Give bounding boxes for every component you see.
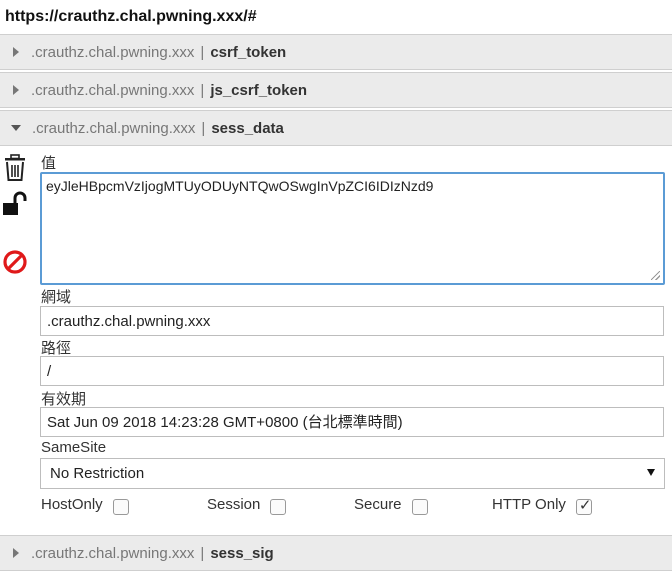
cookie-separator: | <box>200 544 205 562</box>
value-label: 值 <box>41 155 57 172</box>
cookie-row-sess-data[interactable]: .crauthz.chal.pwning.xxx | sess_data <box>0 110 672 146</box>
value-text: eyJleHBpcmVzIjogMTUyODUyNTQwOSwgInVpZCI6… <box>46 178 434 194</box>
secure-flag: Secure <box>354 496 428 515</box>
session-label: Session <box>207 496 261 513</box>
httponly-label: HTTP Only <box>492 496 566 513</box>
cookie-name: sess_data <box>211 119 284 137</box>
expiry-field[interactable]: Sat Jun 09 2018 14:23:28 GMT+0800 (台北標準時… <box>40 407 664 437</box>
samesite-label: SameSite <box>41 439 107 456</box>
secure-label: Secure <box>354 496 402 513</box>
resize-handle[interactable] <box>651 271 660 280</box>
cookie-domain: .crauthz.chal.pwning.xxx <box>32 119 196 137</box>
session-checkbox[interactable] <box>270 498 287 515</box>
cookie-separator: | <box>200 81 205 99</box>
path-label: 路徑 <box>41 340 72 357</box>
httponly-flag: HTTP Only ✓ <box>492 496 592 515</box>
cookie-name: js_csrf_token <box>210 81 308 99</box>
domain-label: 網域 <box>41 289 72 306</box>
cookie-name: sess_sig <box>210 544 274 562</box>
checkmark-icon: ✓ <box>578 496 592 514</box>
samesite-select[interactable]: No Restriction <box>40 458 665 489</box>
dropdown-arrow-icon <box>647 469 655 476</box>
hostonly-label: HostOnly <box>41 496 103 513</box>
chevron-down-icon <box>11 125 21 131</box>
cookie-row-sess-sig[interactable]: .crauthz.chal.pwning.xxx | sess_sig <box>0 535 672 571</box>
expiry-label: 有效期 <box>41 391 87 408</box>
unlock-icon[interactable] <box>2 190 30 218</box>
httponly-checkbox[interactable]: ✓ <box>575 496 592 515</box>
samesite-value: No Restriction <box>50 465 145 482</box>
path-field[interactable]: / <box>40 356 664 386</box>
cookie-editor: 值 eyJleHBpcmVzIjogMTUyODUyNTQwOSwgInVpZC… <box>0 148 672 535</box>
session-flag: Session <box>207 496 287 515</box>
hostonly-checkbox[interactable] <box>112 498 129 515</box>
cookie-separator: | <box>201 119 206 137</box>
cookie-domain: .crauthz.chal.pwning.xxx <box>31 544 195 562</box>
cookie-separator: | <box>200 43 205 61</box>
chevron-right-icon <box>13 47 19 57</box>
block-icon[interactable] <box>2 248 30 276</box>
cookie-domain: .crauthz.chal.pwning.xxx <box>31 81 195 99</box>
value-textarea[interactable]: eyJleHBpcmVzIjogMTUyODUyNTQwOSwgInVpZCI6… <box>40 172 665 285</box>
chevron-right-icon <box>13 548 19 558</box>
trash-icon[interactable] <box>2 154 30 182</box>
domain-field[interactable]: .crauthz.chal.pwning.xxx <box>40 306 664 336</box>
cookie-row-csrf-token[interactable]: .crauthz.chal.pwning.xxx | csrf_token <box>0 34 672 70</box>
cookie-name: csrf_token <box>210 43 287 61</box>
cookie-domain: .crauthz.chal.pwning.xxx <box>31 43 195 61</box>
hostonly-flag: HostOnly <box>41 496 129 515</box>
secure-checkbox[interactable] <box>411 498 428 515</box>
page-url: https://crauthz.chal.pwning.xxx/# <box>5 8 257 25</box>
cookie-row-js-csrf-token[interactable]: .crauthz.chal.pwning.xxx | js_csrf_token <box>0 72 672 108</box>
chevron-right-icon <box>13 85 19 95</box>
